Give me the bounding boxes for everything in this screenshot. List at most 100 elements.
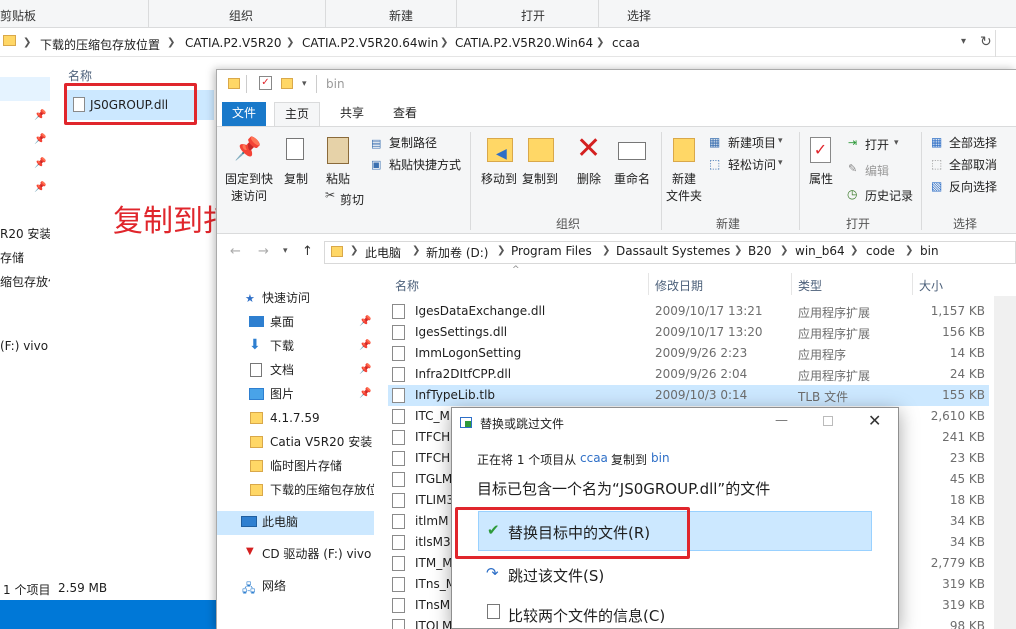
paste-button[interactable]: 粘贴 bbox=[322, 170, 354, 187]
column-divider[interactable] bbox=[648, 273, 649, 295]
file-icon bbox=[392, 472, 405, 487]
chevron-down-icon[interactable]: ▾ bbox=[961, 36, 966, 47]
move-to-button[interactable]: 移动到 bbox=[478, 170, 520, 187]
tab-home[interactable]: 主页 bbox=[274, 102, 321, 126]
column-divider[interactable] bbox=[912, 273, 913, 295]
file-row[interactable]: Infra2DItfCPP.dll 2009/9/26 2:04 应用程序扩展 24 … bbox=[388, 364, 989, 385]
chevron-down-icon[interactable]: ▾ bbox=[894, 138, 899, 148]
new-folder-label-2[interactable]: 文件夹 bbox=[663, 187, 705, 204]
breadcrumb-item[interactable]: Program Files bbox=[511, 244, 592, 258]
breadcrumb-item[interactable]: Dassault Systemes bbox=[616, 244, 730, 258]
new-folder-label-1[interactable]: 新建 bbox=[666, 170, 702, 187]
compare-option-label[interactable]: 比较两个文件的信息(C) bbox=[508, 605, 665, 626]
nav-item-pictures[interactable]: 图片 bbox=[270, 382, 294, 406]
easy-access-button[interactable]: 轻松访问 bbox=[728, 156, 776, 173]
nav-item-hover[interactable] bbox=[0, 77, 50, 101]
column-header-date[interactable]: 修改日期 bbox=[655, 277, 703, 294]
copy-to-button[interactable]: 复制到 bbox=[519, 170, 561, 187]
nav-item-download-archive[interactable]: 下载的压缩包存放位 bbox=[270, 478, 374, 502]
file-row[interactable]: ImmLogonSetting 2009/9/26 2:23 应用程序 14 KB bbox=[388, 343, 989, 364]
breadcrumb-item[interactable]: bin bbox=[920, 244, 939, 258]
nav-item-downloads[interactable]: 下载 bbox=[270, 334, 294, 358]
properties-icon[interactable]: ✓ bbox=[259, 76, 272, 90]
column-header-name[interactable]: 名称 bbox=[68, 67, 92, 84]
forward-arrow-icon[interactable]: → bbox=[258, 244, 269, 259]
column-header-name[interactable]: 名称 bbox=[395, 277, 419, 294]
refresh-icon[interactable]: ↻ bbox=[980, 34, 992, 50]
properties-button[interactable]: 属性 bbox=[806, 170, 836, 187]
chevron-down-icon[interactable]: ▾ bbox=[778, 136, 783, 146]
back-arrow-icon[interactable]: ← bbox=[230, 244, 241, 259]
skip-option-label[interactable]: 跳过该文件(S) bbox=[508, 565, 604, 586]
nav-item-documents[interactable]: 文档 bbox=[270, 358, 294, 382]
nav-item-downloads[interactable]: 缩包存放位 bbox=[0, 270, 50, 294]
nav-item-storage[interactable]: 存储 bbox=[0, 246, 50, 270]
search-box[interactable] bbox=[995, 30, 1016, 57]
copy-button[interactable]: 复制 bbox=[282, 170, 310, 187]
nav-item-catia[interactable]: R20 安装 bbox=[0, 222, 50, 246]
close-icon[interactable]: ✕ bbox=[868, 411, 881, 430]
file-row[interactable]: IgesDataExchange.dll 2009/10/17 13:21 应用程序… bbox=[388, 301, 989, 322]
up-arrow-icon[interactable]: ↑ bbox=[302, 244, 313, 259]
dialog-source-link[interactable]: ccaa bbox=[580, 451, 608, 465]
breadcrumb-item[interactable]: CATIA.P2.V5R20 bbox=[185, 36, 281, 50]
breadcrumb-item[interactable]: 新加卷 (D:) bbox=[426, 244, 488, 261]
select-all-button[interactable]: 全部选择 bbox=[949, 134, 997, 151]
paste-icon bbox=[327, 137, 349, 164]
breadcrumb-item[interactable]: CATIA.P2.V5R20.64win bbox=[302, 36, 438, 50]
paste-shortcut-button[interactable]: 粘贴快捷方式 bbox=[389, 156, 461, 173]
breadcrumb-item[interactable]: code bbox=[866, 244, 895, 258]
dialog-dest-link[interactable]: bin bbox=[651, 451, 670, 465]
file-size: 18 KB bbox=[949, 493, 985, 507]
minimize-icon[interactable]: — bbox=[775, 413, 788, 428]
pin-icon: 📌 bbox=[34, 110, 47, 121]
nav-item-temp-images[interactable]: 临时图片存储 bbox=[270, 454, 342, 478]
chevron-right-icon: ❯ bbox=[497, 245, 506, 256]
chevron-down-icon[interactable]: ▾ bbox=[283, 246, 288, 256]
nav-this-pc[interactable]: 此电脑 bbox=[262, 510, 298, 534]
select-none-button[interactable]: 全部取消 bbox=[949, 156, 997, 173]
delete-button[interactable]: 删除 bbox=[574, 170, 604, 187]
breadcrumb-item[interactable]: win_b64 bbox=[795, 244, 845, 258]
file-name: ITns_M bbox=[415, 577, 457, 591]
breadcrumb-item[interactable]: B20 bbox=[748, 244, 772, 258]
file-name: itlmM bbox=[415, 514, 449, 528]
tab-file[interactable]: 文件 bbox=[222, 102, 267, 126]
open-button[interactable]: 打开 bbox=[865, 136, 889, 153]
nav-cd-drive[interactable]: CD 驱动器 (F:) vivo bbox=[262, 542, 374, 566]
nav-quick-access[interactable]: 快速访问 bbox=[262, 286, 310, 310]
pin-quick-access-label-2[interactable]: 速访问 bbox=[224, 187, 274, 204]
new-folder-icon[interactable] bbox=[281, 78, 293, 89]
cut-button[interactable]: 剪切 bbox=[340, 191, 364, 208]
maximize-icon[interactable] bbox=[823, 416, 833, 426]
nav-item-desktop[interactable]: 桌面 bbox=[270, 310, 294, 334]
scrollbar[interactable] bbox=[994, 296, 1016, 629]
copy-path-button[interactable]: 复制路径 bbox=[389, 134, 437, 151]
column-header-type[interactable]: 类型 bbox=[798, 277, 822, 294]
pin-quick-access-label-1[interactable]: 固定到快 bbox=[224, 170, 274, 187]
breadcrumb-item[interactable]: 下载的压缩包存放位置 bbox=[40, 36, 160, 53]
breadcrumb-item[interactable]: CATIA.P2.V5R20.Win64 bbox=[455, 36, 593, 50]
nav-item-folder-4179[interactable]: 4.1.7.59 bbox=[270, 406, 320, 430]
column-divider[interactable] bbox=[791, 273, 792, 295]
nav-item-cd-drive[interactable]: (F:) vivo bbox=[0, 334, 50, 358]
history-button[interactable]: 历史记录 bbox=[865, 187, 913, 204]
tab-share[interactable]: 共享 bbox=[330, 102, 374, 126]
nav-item-catia-install[interactable]: Catia V5R20 安装 bbox=[270, 430, 374, 454]
taskbar-strip bbox=[0, 600, 216, 629]
file-type: 应用程序扩展 bbox=[798, 327, 871, 341]
file-row[interactable]: IgesSettings.dll 2009/10/17 13:20 应用程序扩展 15… bbox=[388, 322, 989, 343]
column-header-size[interactable]: 大小 bbox=[919, 277, 943, 294]
file-row[interactable]: InfTypeLib.tlb 2009/10/3 0:14 TLB 文件 155 KB bbox=[388, 385, 989, 406]
chevron-down-icon[interactable]: ▾ bbox=[302, 79, 307, 89]
invert-selection-button[interactable]: 反向选择 bbox=[949, 178, 997, 195]
breadcrumb-item[interactable]: 此电脑 bbox=[365, 244, 401, 261]
new-item-button[interactable]: 新建项目 bbox=[728, 134, 776, 151]
edit-button[interactable]: 编辑 bbox=[865, 162, 889, 179]
chevron-down-icon[interactable]: ▾ bbox=[778, 158, 783, 168]
file-name: ITM_M bbox=[415, 556, 453, 570]
tab-view[interactable]: 查看 bbox=[383, 102, 427, 126]
nav-network[interactable]: 网络 bbox=[262, 574, 286, 598]
rename-button[interactable]: 重命名 bbox=[612, 170, 652, 187]
breadcrumb-item[interactable]: ccaa bbox=[612, 36, 640, 50]
